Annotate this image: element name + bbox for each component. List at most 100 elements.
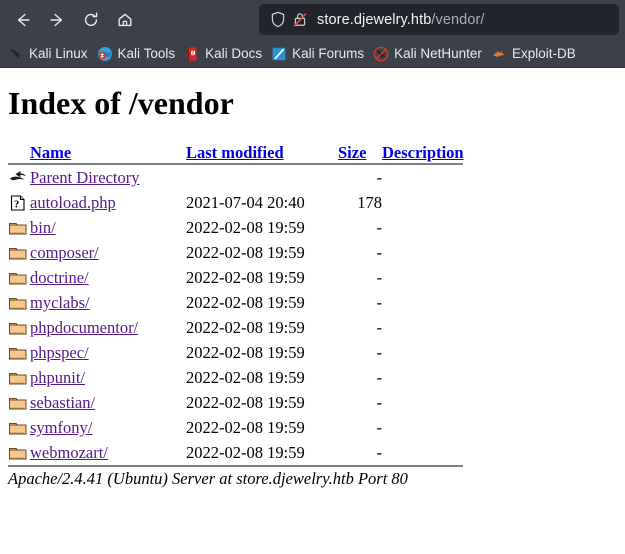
back-button[interactable]	[6, 5, 40, 35]
cell-size: -	[376, 367, 383, 387]
parent-directory-icon	[8, 165, 30, 190]
table-row: myclabs/2022-02-08 19:59 -	[8, 290, 464, 315]
bookmark-kali-docs[interactable]: Kali Docs	[180, 44, 267, 64]
folder-icon	[8, 315, 30, 340]
folder-icon	[8, 365, 30, 390]
cell-size: -	[376, 442, 383, 462]
cell-last-modified: 2022-02-08 19:59	[186, 392, 305, 412]
entry-link[interactable]: phpdocumentor/	[30, 318, 138, 337]
reload-button[interactable]	[74, 5, 108, 35]
url-path: /vendor/	[431, 11, 485, 28]
cell-description	[382, 290, 464, 315]
cell-name: webmozart/	[30, 440, 186, 465]
kali-docs-book-icon	[184, 46, 200, 62]
table-row: phpunit/2022-02-08 19:59 -	[8, 365, 464, 390]
cell-name: sebastian/	[30, 390, 186, 415]
cell-size: -	[376, 242, 383, 262]
folder-icon	[8, 340, 30, 365]
table-row: ? autoload.php 2021-07-04 20:40 178	[8, 190, 464, 215]
entry-link[interactable]: phpspec/	[30, 343, 89, 362]
cell-description	[382, 315, 464, 340]
table-row: symfony/2022-02-08 19:59 -	[8, 415, 464, 440]
header-last-modified[interactable]: Last modified	[186, 143, 338, 163]
table-row: Parent Directory -	[8, 165, 464, 190]
kali-dragon-icon	[8, 46, 24, 62]
bookmark-kali-tools[interactable]: Kali Tools	[93, 44, 181, 64]
folder-icon	[8, 415, 30, 440]
sort-by-name-link[interactable]: Name	[30, 143, 71, 162]
entry-link[interactable]: phpunit/	[30, 368, 85, 387]
cell-description	[382, 390, 464, 415]
url-host: store.djewelry.htb	[317, 11, 432, 28]
cell-size: -	[376, 217, 383, 237]
cell-last-modified: 2022-02-08 19:59	[186, 442, 305, 462]
cell-name: composer/	[30, 240, 186, 265]
cell-description	[382, 365, 464, 390]
cell-name: doctrine/	[30, 265, 186, 290]
cell-size: -	[376, 292, 383, 312]
bookmark-label: Kali Forums	[292, 46, 365, 61]
entry-link[interactable]: symfony/	[30, 418, 92, 437]
cell-name: Parent Directory	[30, 165, 186, 190]
exploit-db-icon	[491, 46, 507, 62]
cell-last-modified: 2022-02-08 19:59	[186, 317, 305, 337]
lock-broken-icon[interactable]	[289, 10, 311, 30]
cell-size: -	[376, 317, 383, 337]
cell-description	[382, 190, 464, 215]
header-size[interactable]: Size	[338, 143, 382, 163]
cell-size: -	[376, 267, 383, 287]
directory-index-page: Index of /vendor Name Last modified Size…	[0, 85, 625, 490]
page-title: Index of /vendor	[8, 85, 234, 121]
table-row: webmozart/2022-02-08 19:59 -	[8, 440, 464, 465]
cell-description	[382, 340, 464, 365]
folder-icon	[8, 265, 30, 290]
header-icon-spacer	[8, 143, 30, 163]
entry-link[interactable]: Parent Directory	[30, 168, 140, 187]
kali-forums-icon	[271, 46, 287, 62]
sort-by-size-link[interactable]: Size	[338, 143, 366, 162]
cell-last-modified: 2022-02-08 19:59	[186, 242, 305, 262]
sort-by-description-link[interactable]: Description	[382, 143, 464, 162]
forward-button[interactable]	[40, 5, 74, 35]
bookmark-label: Exploit-DB	[511, 46, 576, 61]
table-row: phpspec/2022-02-08 19:59 -	[8, 340, 464, 365]
url-text[interactable]: store.djewelry.htb/vendor/	[317, 12, 485, 28]
entry-link[interactable]: composer/	[30, 243, 99, 262]
cell-last-modified: 2022-02-08 19:59	[186, 217, 305, 237]
header-description[interactable]: Description	[382, 143, 464, 163]
entry-link[interactable]: doctrine/	[30, 268, 89, 287]
cell-last-modified: 2022-02-08 19:59	[186, 292, 305, 312]
cell-size: -	[376, 392, 383, 412]
home-button[interactable]	[108, 5, 142, 35]
shield-icon[interactable]	[267, 10, 289, 30]
cell-size: 178	[357, 192, 382, 212]
browser-chrome: store.djewelry.htb/vendor/ Kali Linux Ka…	[0, 0, 625, 68]
bookmark-kali-forums[interactable]: Kali Forums	[267, 44, 369, 64]
cell-name: phpspec/	[30, 340, 186, 365]
entry-link[interactable]: autoload.php	[30, 193, 116, 212]
bookmark-kali-nethunter[interactable]: Kali NetHunter	[369, 44, 487, 64]
cell-description	[382, 215, 464, 240]
kali-nethunter-icon	[373, 46, 389, 62]
cell-name: bin/	[30, 215, 186, 240]
entry-link[interactable]: myclabs/	[30, 293, 90, 312]
folder-icon	[8, 440, 30, 465]
address-bar[interactable]: store.djewelry.htb/vendor/	[259, 4, 619, 35]
cell-last-modified: 2022-02-08 19:59	[186, 367, 305, 387]
cell-name: autoload.php	[30, 190, 186, 215]
bookmark-label: Kali NetHunter	[394, 46, 482, 61]
bookmark-label: Kali Docs	[205, 46, 263, 61]
bookmark-kali-linux[interactable]: Kali Linux	[4, 44, 93, 64]
entry-link[interactable]: sebastian/	[30, 393, 95, 412]
cell-size: -	[376, 417, 383, 437]
header-name[interactable]: Name	[30, 143, 186, 163]
entry-link[interactable]: bin/	[30, 218, 56, 237]
cell-name: myclabs/	[30, 290, 186, 315]
folder-icon	[8, 240, 30, 265]
kali-tools-icon	[97, 46, 113, 62]
svg-text:?: ?	[14, 199, 19, 210]
entry-link[interactable]: webmozart/	[30, 443, 108, 462]
bookmark-label: Kali Linux	[29, 46, 88, 61]
bookmark-exploit-db[interactable]: Exploit-DB	[487, 44, 581, 64]
sort-by-date-link[interactable]: Last modified	[186, 143, 284, 162]
